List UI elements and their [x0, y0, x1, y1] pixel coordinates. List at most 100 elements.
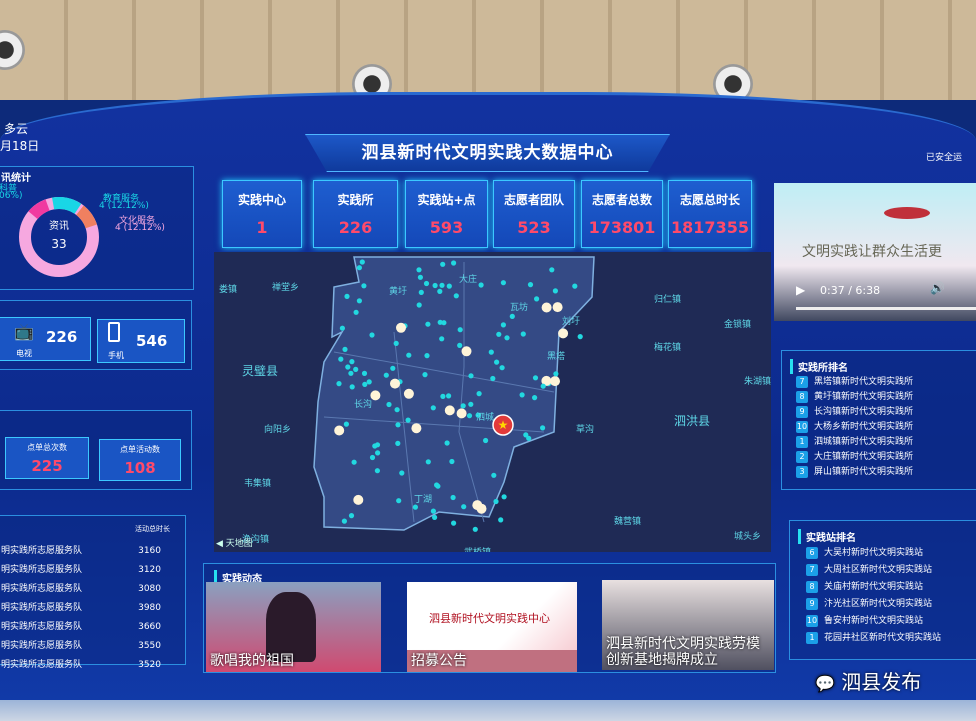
practice-point-marker[interactable]	[532, 395, 538, 401]
practice-point-marker[interactable]	[372, 443, 378, 449]
practice-station-marker[interactable]	[476, 503, 487, 514]
practice-point-marker[interactable]	[383, 372, 389, 378]
practice-point-marker[interactable]	[348, 513, 355, 519]
practice-point-marker[interactable]	[439, 282, 445, 288]
rank-item[interactable]: 2 大庄镇新时代文明实践所	[796, 450, 913, 465]
practice-point-marker[interactable]	[434, 482, 440, 488]
practice-point-marker[interactable]	[498, 517, 504, 523]
practice-point-marker[interactable]	[457, 327, 463, 333]
practice-point-marker[interactable]	[488, 349, 494, 355]
practice-point-marker[interactable]	[540, 425, 546, 431]
practice-point-marker[interactable]	[451, 520, 457, 526]
practice-point-marker[interactable]	[527, 282, 534, 288]
practice-station-marker[interactable]	[390, 378, 400, 389]
practice-point-marker[interactable]	[450, 494, 456, 501]
practice-point-marker[interactable]	[540, 383, 546, 389]
practice-point-marker[interactable]	[444, 440, 450, 446]
table-row[interactable]: 明实践所志愿服务队 3660	[1, 618, 181, 637]
practice-point-marker[interactable]	[395, 440, 401, 446]
play-icon[interactable]: ▶	[796, 283, 805, 297]
practice-point-marker[interactable]	[572, 283, 578, 289]
rank-item[interactable]: 10 大杨乡新时代文明实践所	[796, 420, 913, 435]
practice-point-marker[interactable]	[412, 504, 418, 510]
practice-station-marker[interactable]	[403, 388, 414, 399]
practice-point-marker[interactable]	[362, 381, 368, 387]
practice-point-marker[interactable]	[501, 494, 507, 500]
practice-point-marker[interactable]	[342, 346, 348, 352]
practice-point-marker[interactable]	[449, 458, 455, 465]
practice-point-marker[interactable]	[423, 280, 430, 287]
rank-item[interactable]: 9 汴光社区新时代文明实践站	[806, 596, 941, 613]
table-row[interactable]: 明实践所志愿服务队 3160	[1, 542, 181, 561]
practice-point-marker[interactable]	[361, 283, 367, 289]
practice-point-marker[interactable]	[366, 379, 372, 385]
table-row[interactable]: 明实践所志愿服务队 3520	[1, 656, 181, 675]
practice-station-marker[interactable]	[541, 302, 552, 313]
practice-point-marker[interactable]	[361, 370, 368, 376]
practice-point-marker[interactable]	[472, 526, 478, 532]
practice-point-marker[interactable]	[440, 261, 446, 267]
practice-point-marker[interactable]	[460, 403, 466, 409]
practice-point-marker[interactable]	[338, 356, 344, 362]
practice-point-marker[interactable]	[534, 296, 540, 302]
practice-point-marker[interactable]	[343, 421, 349, 427]
practice-point-marker[interactable]	[494, 359, 500, 365]
volume-icon[interactable]: 🔊	[930, 281, 945, 295]
practice-point-marker[interactable]	[500, 280, 506, 286]
practice-point-marker[interactable]	[406, 352, 412, 358]
news-item[interactable]: 歌唱我的祖国	[206, 582, 381, 672]
practice-point-marker[interactable]	[440, 393, 446, 399]
practice-point-marker[interactable]	[446, 393, 452, 399]
practice-point-marker[interactable]	[523, 432, 529, 438]
practice-point-marker[interactable]	[532, 375, 539, 381]
practice-point-marker[interactable]	[446, 283, 452, 289]
practice-point-marker[interactable]	[466, 413, 473, 419]
practice-point-marker[interactable]	[468, 401, 474, 407]
practice-point-marker[interactable]	[552, 288, 558, 294]
table-row[interactable]: 明实践所志愿服务队 3550	[1, 637, 181, 656]
practice-point-marker[interactable]	[395, 422, 401, 428]
news-item[interactable]: 泗县新时代文明实践中心 招募公告	[407, 582, 577, 672]
rank-item[interactable]: 8 关庙村新时代文明实践站	[806, 579, 941, 596]
practice-station-marker[interactable]	[552, 302, 563, 313]
practice-point-marker[interactable]	[468, 373, 474, 379]
video-player[interactable]: 文明实践让群众生活更 ▶ 0:37 / 6:38 🔊	[774, 183, 976, 321]
practice-point-marker[interactable]	[341, 518, 347, 524]
practice-point-marker[interactable]	[430, 508, 436, 514]
practice-point-marker[interactable]	[374, 468, 380, 474]
practice-station-marker[interactable]	[558, 328, 569, 339]
practice-station-marker[interactable]	[353, 494, 364, 505]
practice-point-marker[interactable]	[437, 288, 443, 294]
practice-station-marker[interactable]	[456, 408, 467, 419]
practice-point-marker[interactable]	[348, 370, 354, 376]
practice-point-marker[interactable]	[509, 313, 515, 319]
practice-point-marker[interactable]	[496, 331, 502, 337]
practice-station-marker[interactable]	[461, 346, 472, 357]
map-view[interactable]: ★ 黄圩 大庄 瓦坊 刘圩 黑塔 长沟 泗城 丁湖 草沟 归仁镇 金锁镇 梅花镇 朱湖镇 泗洪县 魏营镇 城头…	[214, 252, 771, 552]
practice-point-marker[interactable]	[500, 322, 506, 328]
practice-station-marker[interactable]	[396, 322, 406, 333]
rank-item[interactable]: 9 长沟镇新时代文明实践所	[796, 405, 913, 420]
practice-point-marker[interactable]	[344, 293, 350, 299]
practice-point-marker[interactable]	[478, 282, 484, 288]
practice-point-marker[interactable]	[390, 365, 396, 371]
practice-station-marker[interactable]	[411, 423, 422, 434]
practice-point-marker[interactable]	[356, 298, 362, 304]
practice-point-marker[interactable]	[453, 293, 459, 299]
practice-point-marker[interactable]	[553, 371, 559, 377]
practice-station-marker[interactable]	[334, 425, 345, 436]
rank-item[interactable]: 6 大吴村新时代文明实践站	[806, 545, 941, 562]
news-item[interactable]: 泗县新时代文明实践劳模创新基地揭牌成立	[602, 580, 774, 670]
practice-point-marker[interactable]	[356, 265, 362, 271]
practice-point-marker[interactable]	[399, 470, 405, 476]
practice-point-marker[interactable]	[386, 401, 392, 408]
practice-point-marker[interactable]	[520, 331, 526, 337]
rank-item[interactable]: 1 花园井社区新时代文明实践站	[806, 630, 941, 647]
practice-point-marker[interactable]	[405, 417, 411, 423]
practice-point-marker[interactable]	[439, 336, 445, 342]
practice-point-marker[interactable]	[353, 309, 359, 315]
practice-point-marker[interactable]	[549, 267, 555, 273]
practice-point-marker[interactable]	[476, 391, 482, 397]
practice-point-marker[interactable]	[422, 372, 428, 378]
practice-point-marker[interactable]	[345, 364, 351, 370]
